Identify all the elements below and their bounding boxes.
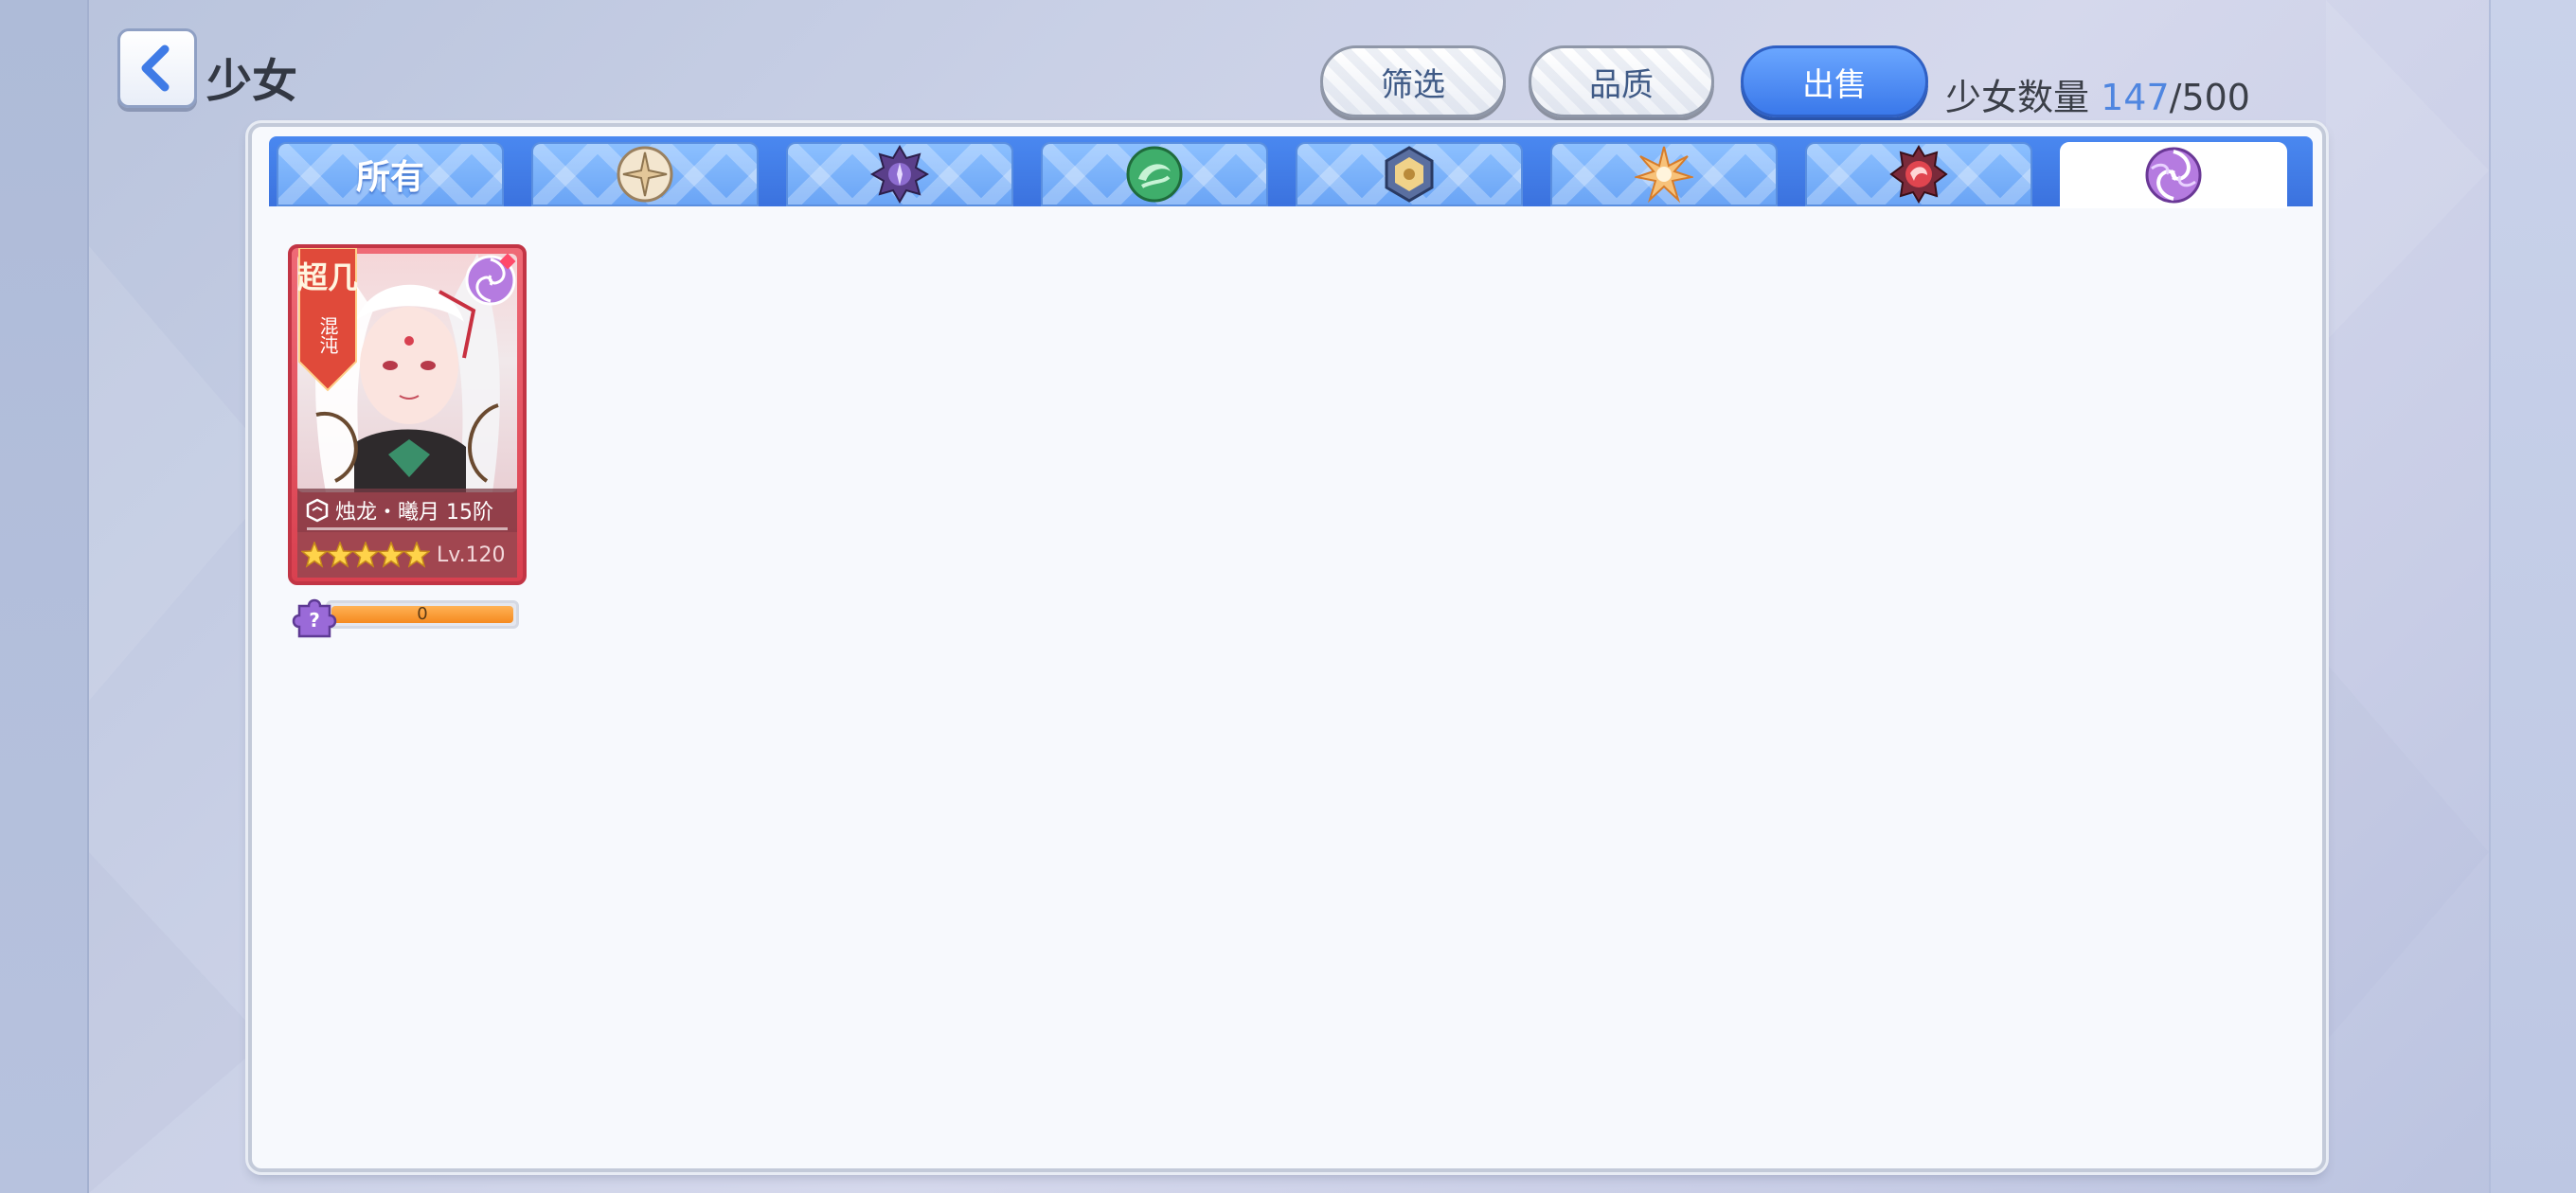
- tab-fire[interactable]: [1550, 142, 1778, 206]
- star-icon: [327, 542, 353, 568]
- tab-chaos[interactable]: [2060, 142, 2287, 208]
- chevron-left-icon: [141, 45, 170, 92]
- tab-all-label: 所有: [355, 158, 424, 197]
- wind-element-icon: [1126, 146, 1183, 203]
- svg-text:?: ?: [309, 609, 320, 632]
- character-card[interactable]: 超几 混沌 烛龙・曦月 15阶 Lv.120: [288, 244, 527, 585]
- chaos-element-icon: [2145, 147, 2202, 204]
- back-button[interactable]: [117, 28, 197, 108]
- class-icon: [306, 498, 329, 523]
- tab-light[interactable]: [531, 142, 759, 206]
- star-rating: Lv.120: [297, 532, 517, 578]
- rank-badge: 超几 混沌: [297, 248, 358, 392]
- tab-wind[interactable]: [1041, 142, 1268, 206]
- quality-button[interactable]: 品质: [1529, 45, 1714, 117]
- shard-count: 0: [417, 604, 428, 624]
- count-label: 少女数量: [1945, 77, 2090, 118]
- rank-text: 超几: [297, 259, 358, 295]
- dragon-element-icon: [1889, 145, 1948, 204]
- puzzle-shard-icon: ?: [292, 598, 337, 638]
- earth-element-icon: [1385, 146, 1434, 203]
- shard-progress: 0 ?: [290, 593, 525, 638]
- element-label: 混沌: [316, 316, 339, 354]
- name-underline: [307, 527, 508, 530]
- tab-earth[interactable]: [1296, 142, 1523, 206]
- character-name-strip: 烛龙・曦月 15阶: [297, 489, 517, 532]
- chaos-element-icon: [465, 254, 516, 306]
- star-icon: [301, 542, 328, 568]
- star-icon: [403, 542, 430, 568]
- dark-element-icon: [870, 145, 929, 204]
- star-icon: [352, 542, 379, 568]
- tab-dragon[interactable]: [1805, 142, 2032, 206]
- girl-count: 少女数量 147/500: [1945, 68, 2250, 120]
- star-icon: [378, 542, 404, 568]
- roster-panel: 所有 超几 混沌 烛龙・曦月 15阶 Lv.120 0 ?: [248, 123, 2326, 1172]
- element-tab-bar: 所有: [269, 136, 2313, 208]
- tab-all[interactable]: 所有: [277, 142, 504, 206]
- filter-button[interactable]: 筛选: [1320, 45, 1506, 117]
- count-current: 147: [2101, 77, 2170, 118]
- page-title: 少女: [206, 55, 298, 108]
- character-level: Lv.120: [437, 543, 506, 567]
- sell-button[interactable]: 出售: [1741, 45, 1928, 117]
- fire-star-element-icon: [1635, 146, 1693, 204]
- tab-dark[interactable]: [786, 142, 1013, 206]
- light-element-icon: [617, 146, 673, 203]
- count-max: /500: [2169, 77, 2250, 118]
- character-name: 烛龙・曦月 15阶: [335, 501, 493, 525]
